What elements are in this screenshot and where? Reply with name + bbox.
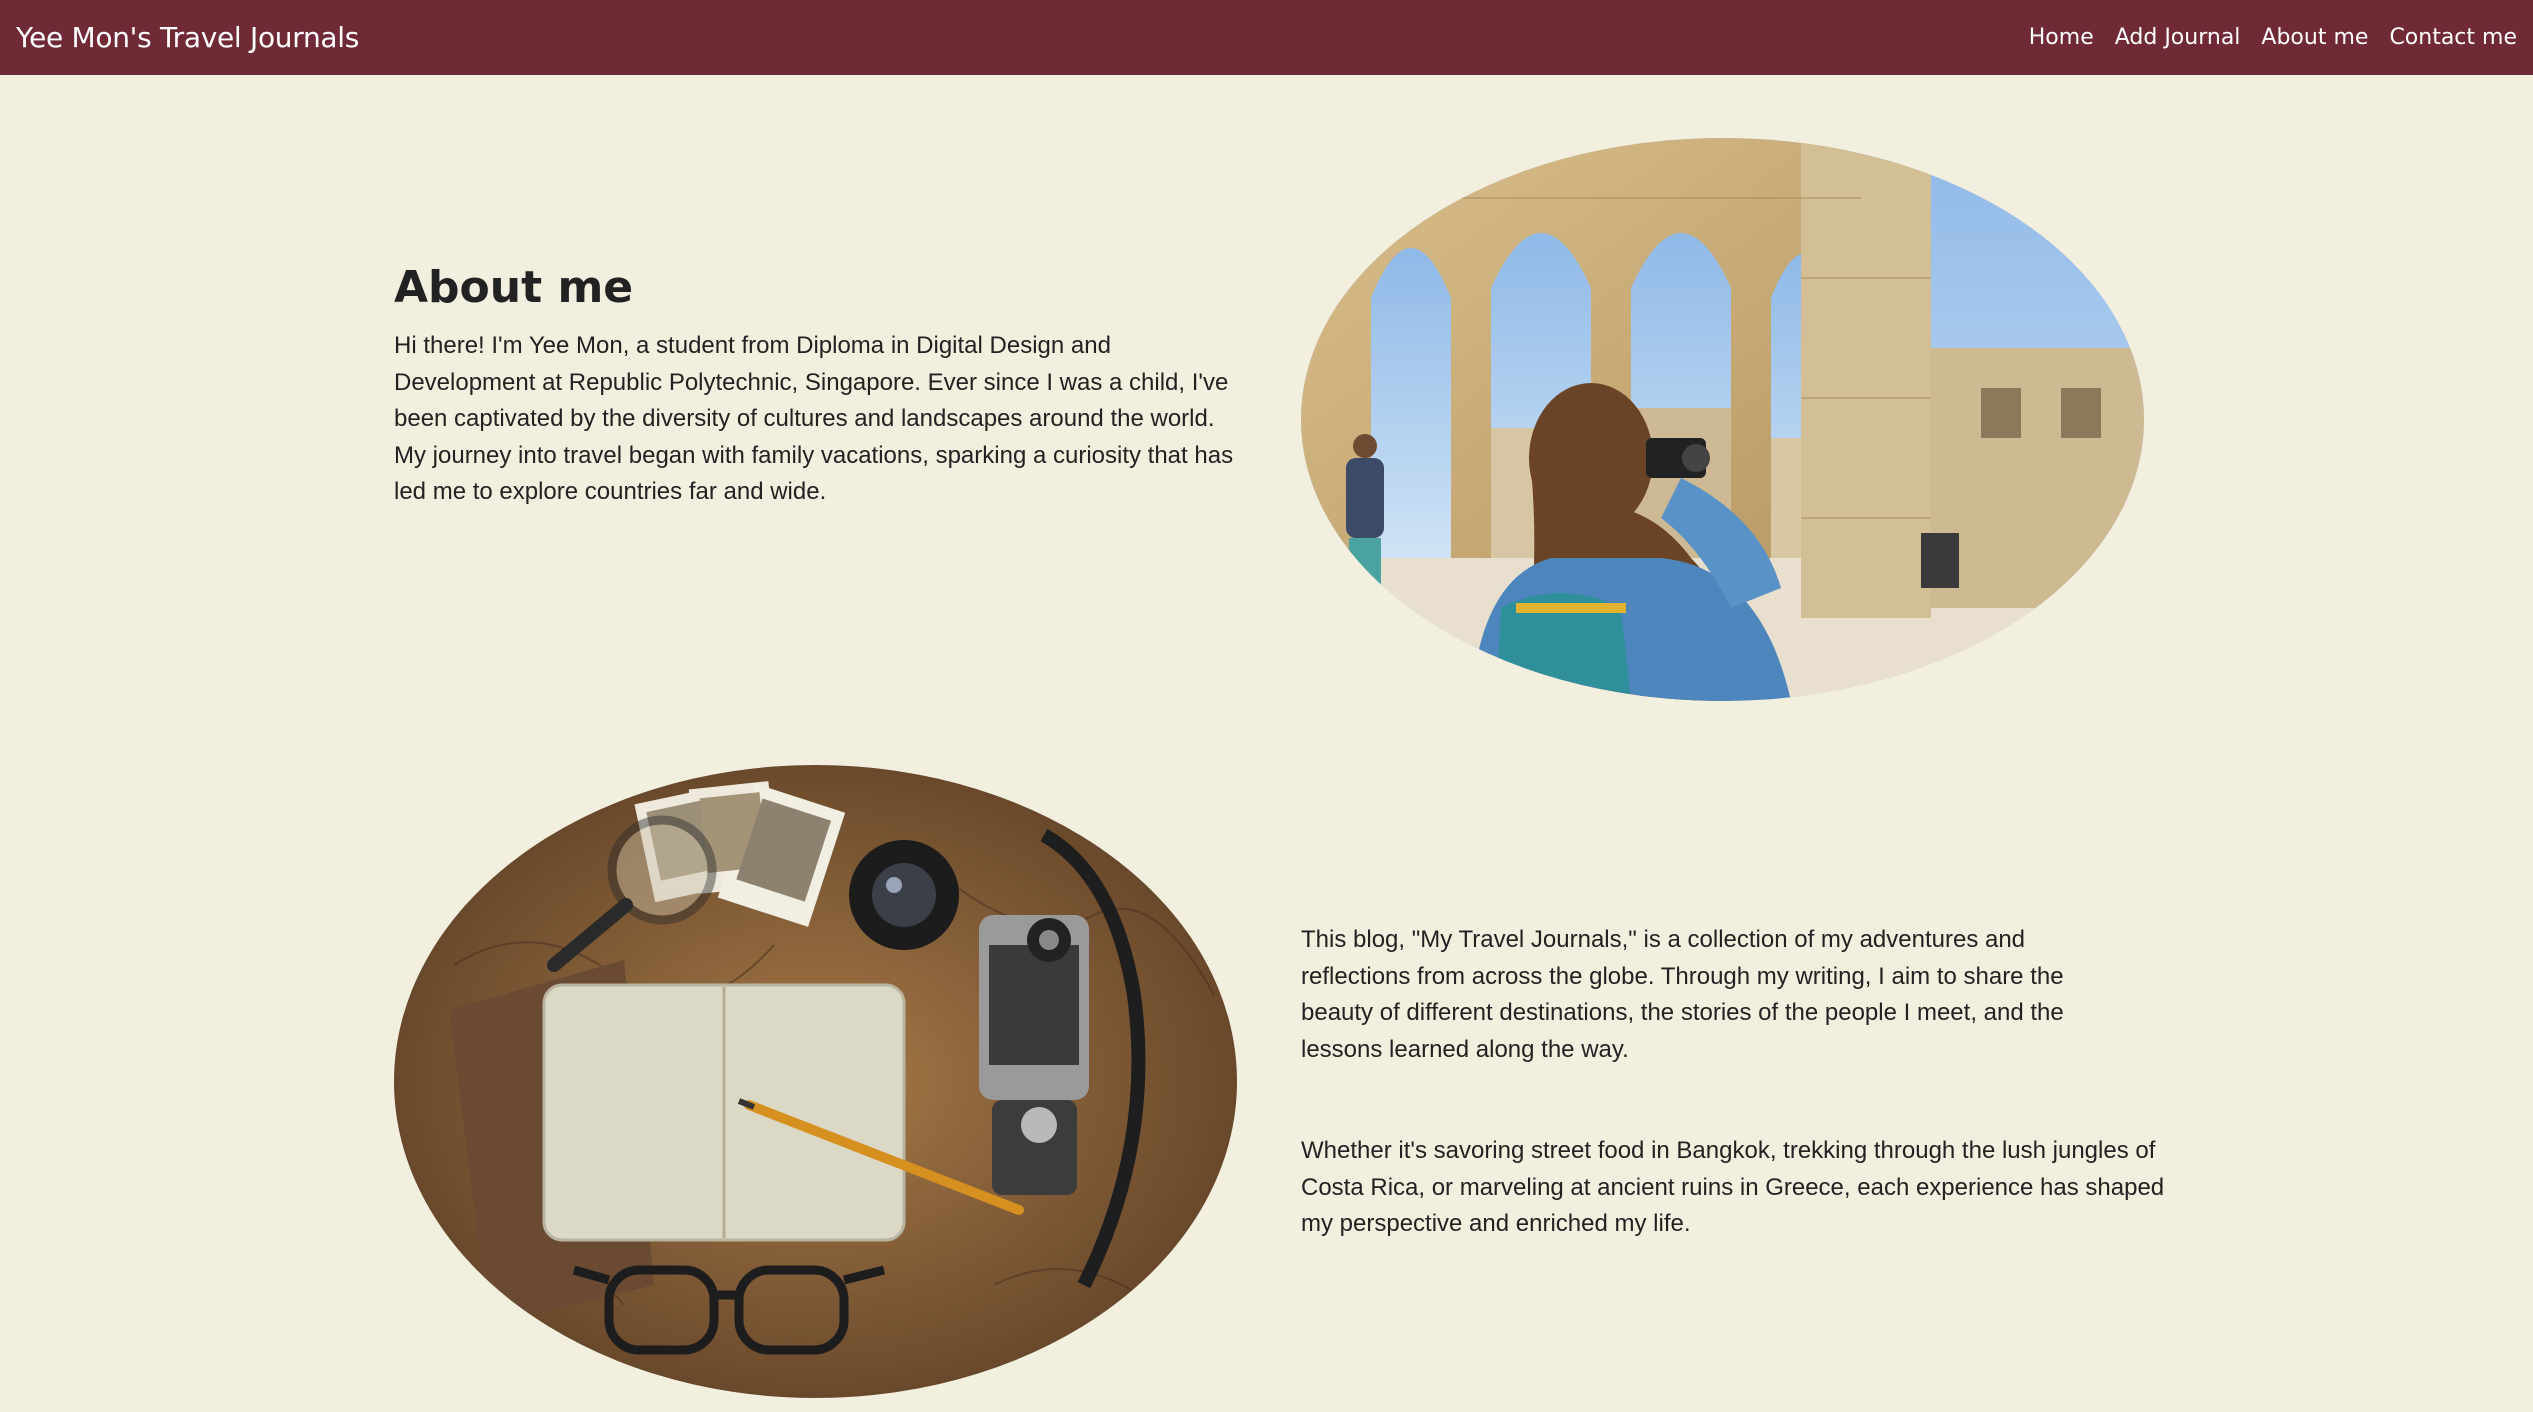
brand-link[interactable]: Yee Mon's Travel Journals — [16, 21, 359, 54]
nav-home-link[interactable]: Home — [2029, 25, 2094, 50]
nav-about-link[interactable]: About me — [2261, 25, 2368, 50]
traveler-photo — [1301, 138, 2144, 701]
nav-add-journal-link[interactable]: Add Journal — [2115, 25, 2241, 50]
flatlay-illustration — [394, 765, 1237, 1398]
nav-links: Home Add Journal About me Contact me — [2029, 25, 2517, 50]
nav-contact-link[interactable]: Contact me — [2389, 25, 2517, 50]
navbar: Yee Mon's Travel Journals Home Add Journ… — [0, 0, 2533, 75]
intro-paragraph: Hi there! I'm Yee Mon, a student from Di… — [394, 332, 1234, 505]
experiences-paragraph: Whether it's savoring street food in Ban… — [1301, 1137, 2165, 1237]
about-heading: About me — [394, 262, 634, 313]
travel-flatlay-photo — [394, 765, 1237, 1398]
traveler-photo-illustration — [1301, 138, 2144, 701]
blog-description-paragraph: This blog, "My Travel Journals," is a co… — [1301, 926, 2064, 1063]
